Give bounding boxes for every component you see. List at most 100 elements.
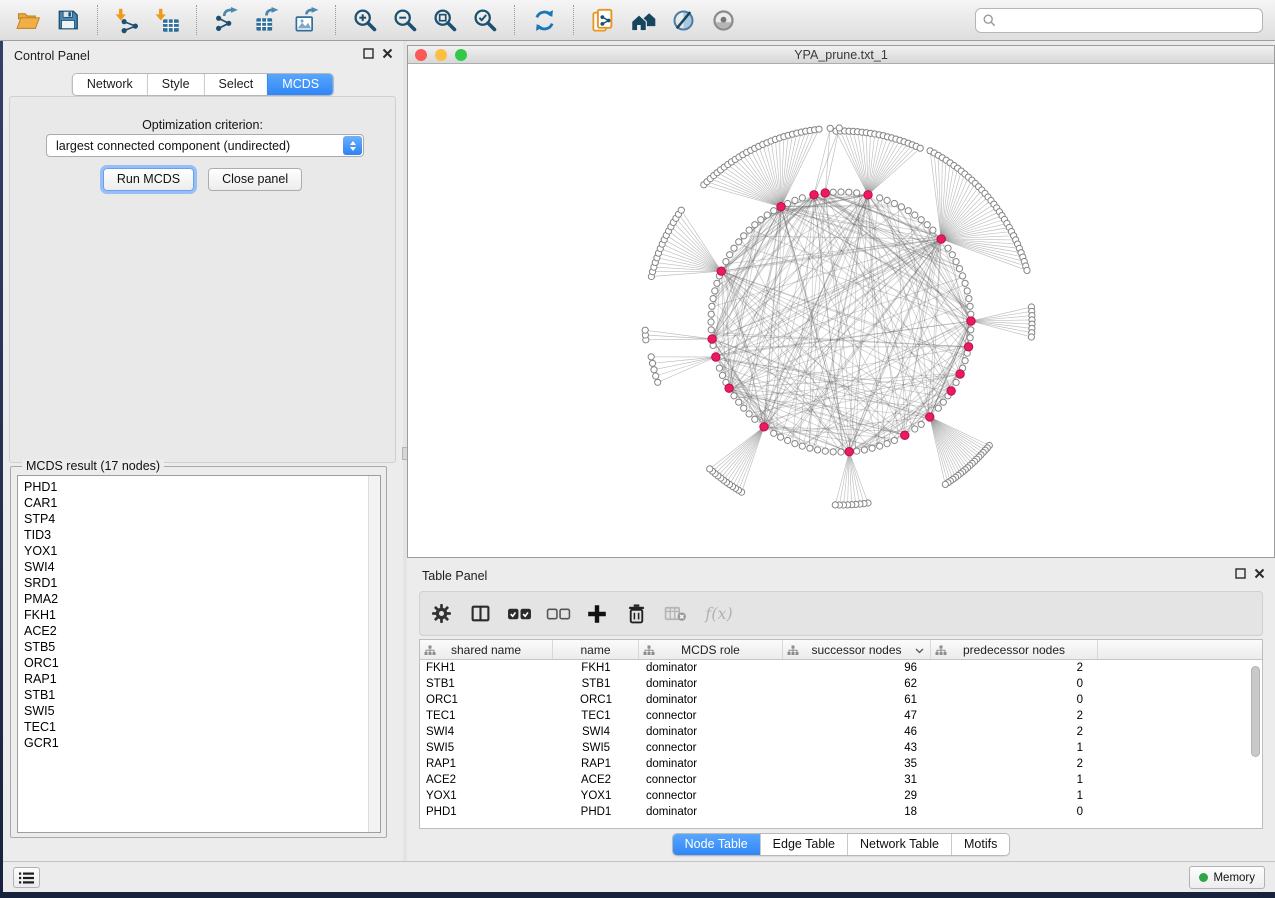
tab-node-table[interactable]: Node Table bbox=[673, 834, 760, 855]
table-cell[interactable]: RAP1 bbox=[420, 758, 553, 770]
table-cell[interactable]: SWI4 bbox=[420, 726, 553, 738]
table-cell[interactable]: 1 bbox=[931, 742, 1098, 754]
import-table-icon[interactable] bbox=[152, 5, 182, 35]
table-cell[interactable]: 2 bbox=[931, 726, 1098, 738]
save-session-icon[interactable] bbox=[53, 5, 83, 35]
tab-network[interactable]: Network bbox=[73, 74, 147, 95]
table-cell[interactable]: YOX1 bbox=[553, 790, 639, 802]
tab-edge-table[interactable]: Edge Table bbox=[760, 834, 847, 855]
table-scrollbar-thumb[interactable] bbox=[1251, 666, 1260, 757]
list-item[interactable]: PHD1 bbox=[24, 479, 380, 495]
open-session-icon[interactable] bbox=[13, 5, 43, 35]
memory-button[interactable]: Memory bbox=[1189, 866, 1265, 889]
home-view-icon[interactable] bbox=[628, 5, 658, 35]
list-item[interactable]: TID3 bbox=[24, 527, 380, 543]
network-window-titlebar[interactable]: YPA_prune.txt_1 bbox=[408, 46, 1274, 64]
close-table-panel-icon[interactable] bbox=[1254, 568, 1265, 579]
list-item[interactable]: ACE2 bbox=[24, 623, 380, 639]
table-cell[interactable]: 2 bbox=[931, 758, 1098, 770]
table-cell[interactable]: connector bbox=[639, 710, 783, 722]
table-cell[interactable]: STB1 bbox=[420, 678, 553, 690]
table-row[interactable]: FKH1FKH1dominator962 bbox=[420, 660, 1262, 676]
table-row[interactable]: ACE2ACE2connector311 bbox=[420, 772, 1262, 788]
column-header-shared-name[interactable]: shared name bbox=[420, 640, 553, 659]
search-box[interactable] bbox=[975, 8, 1263, 33]
table-cell[interactable]: SWI4 bbox=[553, 726, 639, 738]
list-item[interactable]: CAR1 bbox=[24, 495, 380, 511]
refresh-icon[interactable] bbox=[529, 5, 559, 35]
table-cell[interactable]: 0 bbox=[931, 678, 1098, 690]
table-cell[interactable]: 62 bbox=[783, 678, 931, 690]
table-cell[interactable]: TEC1 bbox=[553, 710, 639, 722]
table-cell[interactable]: SWI5 bbox=[553, 742, 639, 754]
table-row[interactable]: YOX1YOX1connector291 bbox=[420, 788, 1262, 804]
zoom-selected-icon[interactable] bbox=[470, 5, 500, 35]
float-table-panel-icon[interactable] bbox=[1235, 568, 1246, 579]
table-cell[interactable]: ACE2 bbox=[553, 774, 639, 786]
close-panel-button[interactable]: Close panel bbox=[208, 168, 302, 191]
table-cell[interactable]: FKH1 bbox=[553, 662, 639, 674]
table-cell[interactable]: dominator bbox=[639, 806, 783, 818]
tab-network-table[interactable]: Network Table bbox=[847, 834, 951, 855]
table-cell[interactable]: 18 bbox=[783, 806, 931, 818]
table-cell[interactable]: PHD1 bbox=[553, 806, 639, 818]
import-network-icon[interactable] bbox=[112, 5, 142, 35]
list-item[interactable]: RAP1 bbox=[24, 671, 380, 687]
column-header-predecessor-nodes[interactable]: predecessor nodes bbox=[931, 640, 1098, 659]
table-cell[interactable]: 1 bbox=[931, 774, 1098, 786]
list-item[interactable]: FKH1 bbox=[24, 607, 380, 623]
table-cell[interactable]: FKH1 bbox=[420, 662, 553, 674]
tab-motifs[interactable]: Motifs bbox=[951, 834, 1009, 855]
table-row[interactable]: PHD1PHD1dominator180 bbox=[420, 804, 1262, 820]
table-cell[interactable]: ORC1 bbox=[420, 694, 553, 706]
list-item[interactable]: ORC1 bbox=[24, 655, 380, 671]
export-table-icon[interactable] bbox=[251, 5, 281, 35]
search-input[interactable] bbox=[1001, 12, 1255, 28]
table-cell[interactable]: 29 bbox=[783, 790, 931, 802]
split-columns-icon[interactable] bbox=[467, 601, 493, 627]
select-all-columns-icon[interactable] bbox=[506, 601, 532, 627]
table-cell[interactable]: TEC1 bbox=[420, 710, 553, 722]
list-item[interactable]: STP4 bbox=[24, 511, 380, 527]
zoom-in-icon[interactable] bbox=[350, 5, 380, 35]
export-image-icon[interactable] bbox=[291, 5, 321, 35]
column-header-name[interactable]: name bbox=[553, 640, 639, 659]
table-cell[interactable]: 47 bbox=[783, 710, 931, 722]
table-cell[interactable]: 0 bbox=[931, 806, 1098, 818]
table-row[interactable]: SWI4SWI4dominator462 bbox=[420, 724, 1262, 740]
network-canvas[interactable] bbox=[408, 64, 1274, 557]
table-row[interactable]: RAP1RAP1dominator352 bbox=[420, 756, 1262, 772]
table-cell[interactable]: connector bbox=[639, 742, 783, 754]
tab-select[interactable]: Select bbox=[204, 74, 268, 95]
table-cell[interactable]: 96 bbox=[783, 662, 931, 674]
table-cell[interactable]: dominator bbox=[639, 758, 783, 770]
list-item[interactable]: YOX1 bbox=[24, 543, 380, 559]
criterion-dropdown[interactable]: largest connected component (undirected) bbox=[46, 134, 364, 157]
export-network-icon[interactable] bbox=[211, 5, 241, 35]
table-cell[interactable]: dominator bbox=[639, 678, 783, 690]
column-header-mcds-role[interactable]: MCDS role bbox=[639, 640, 783, 659]
table-row[interactable]: TEC1TEC1connector472 bbox=[420, 708, 1262, 724]
zoom-out-icon[interactable] bbox=[390, 5, 420, 35]
mcds-list-scrollbar[interactable] bbox=[368, 476, 380, 832]
list-item[interactable]: SRD1 bbox=[24, 575, 380, 591]
table-row[interactable]: SWI5SWI5connector431 bbox=[420, 740, 1262, 756]
list-item[interactable]: GCR1 bbox=[24, 735, 380, 751]
table-cell[interactable]: 1 bbox=[931, 790, 1098, 802]
list-item[interactable]: PMA2 bbox=[24, 591, 380, 607]
table-cell[interactable]: 31 bbox=[783, 774, 931, 786]
table-row[interactable]: STB1STB1dominator620 bbox=[420, 676, 1262, 692]
tab-mcds[interactable]: MCDS bbox=[267, 74, 333, 95]
table-cell[interactable]: 0 bbox=[931, 694, 1098, 706]
delete-column-trash-icon[interactable] bbox=[623, 601, 649, 627]
table-cell[interactable]: 46 bbox=[783, 726, 931, 738]
list-item[interactable]: STB5 bbox=[24, 639, 380, 655]
table-settings-gear-icon[interactable] bbox=[428, 601, 454, 627]
table-cell[interactable]: dominator bbox=[639, 662, 783, 674]
table-cell[interactable]: 2 bbox=[931, 710, 1098, 722]
run-mcds-button[interactable]: Run MCDS bbox=[103, 168, 194, 191]
table-cell[interactable]: 2 bbox=[931, 662, 1098, 674]
table-cell[interactable]: dominator bbox=[639, 694, 783, 706]
list-item[interactable]: TEC1 bbox=[24, 719, 380, 735]
list-item[interactable]: STB1 bbox=[24, 687, 380, 703]
